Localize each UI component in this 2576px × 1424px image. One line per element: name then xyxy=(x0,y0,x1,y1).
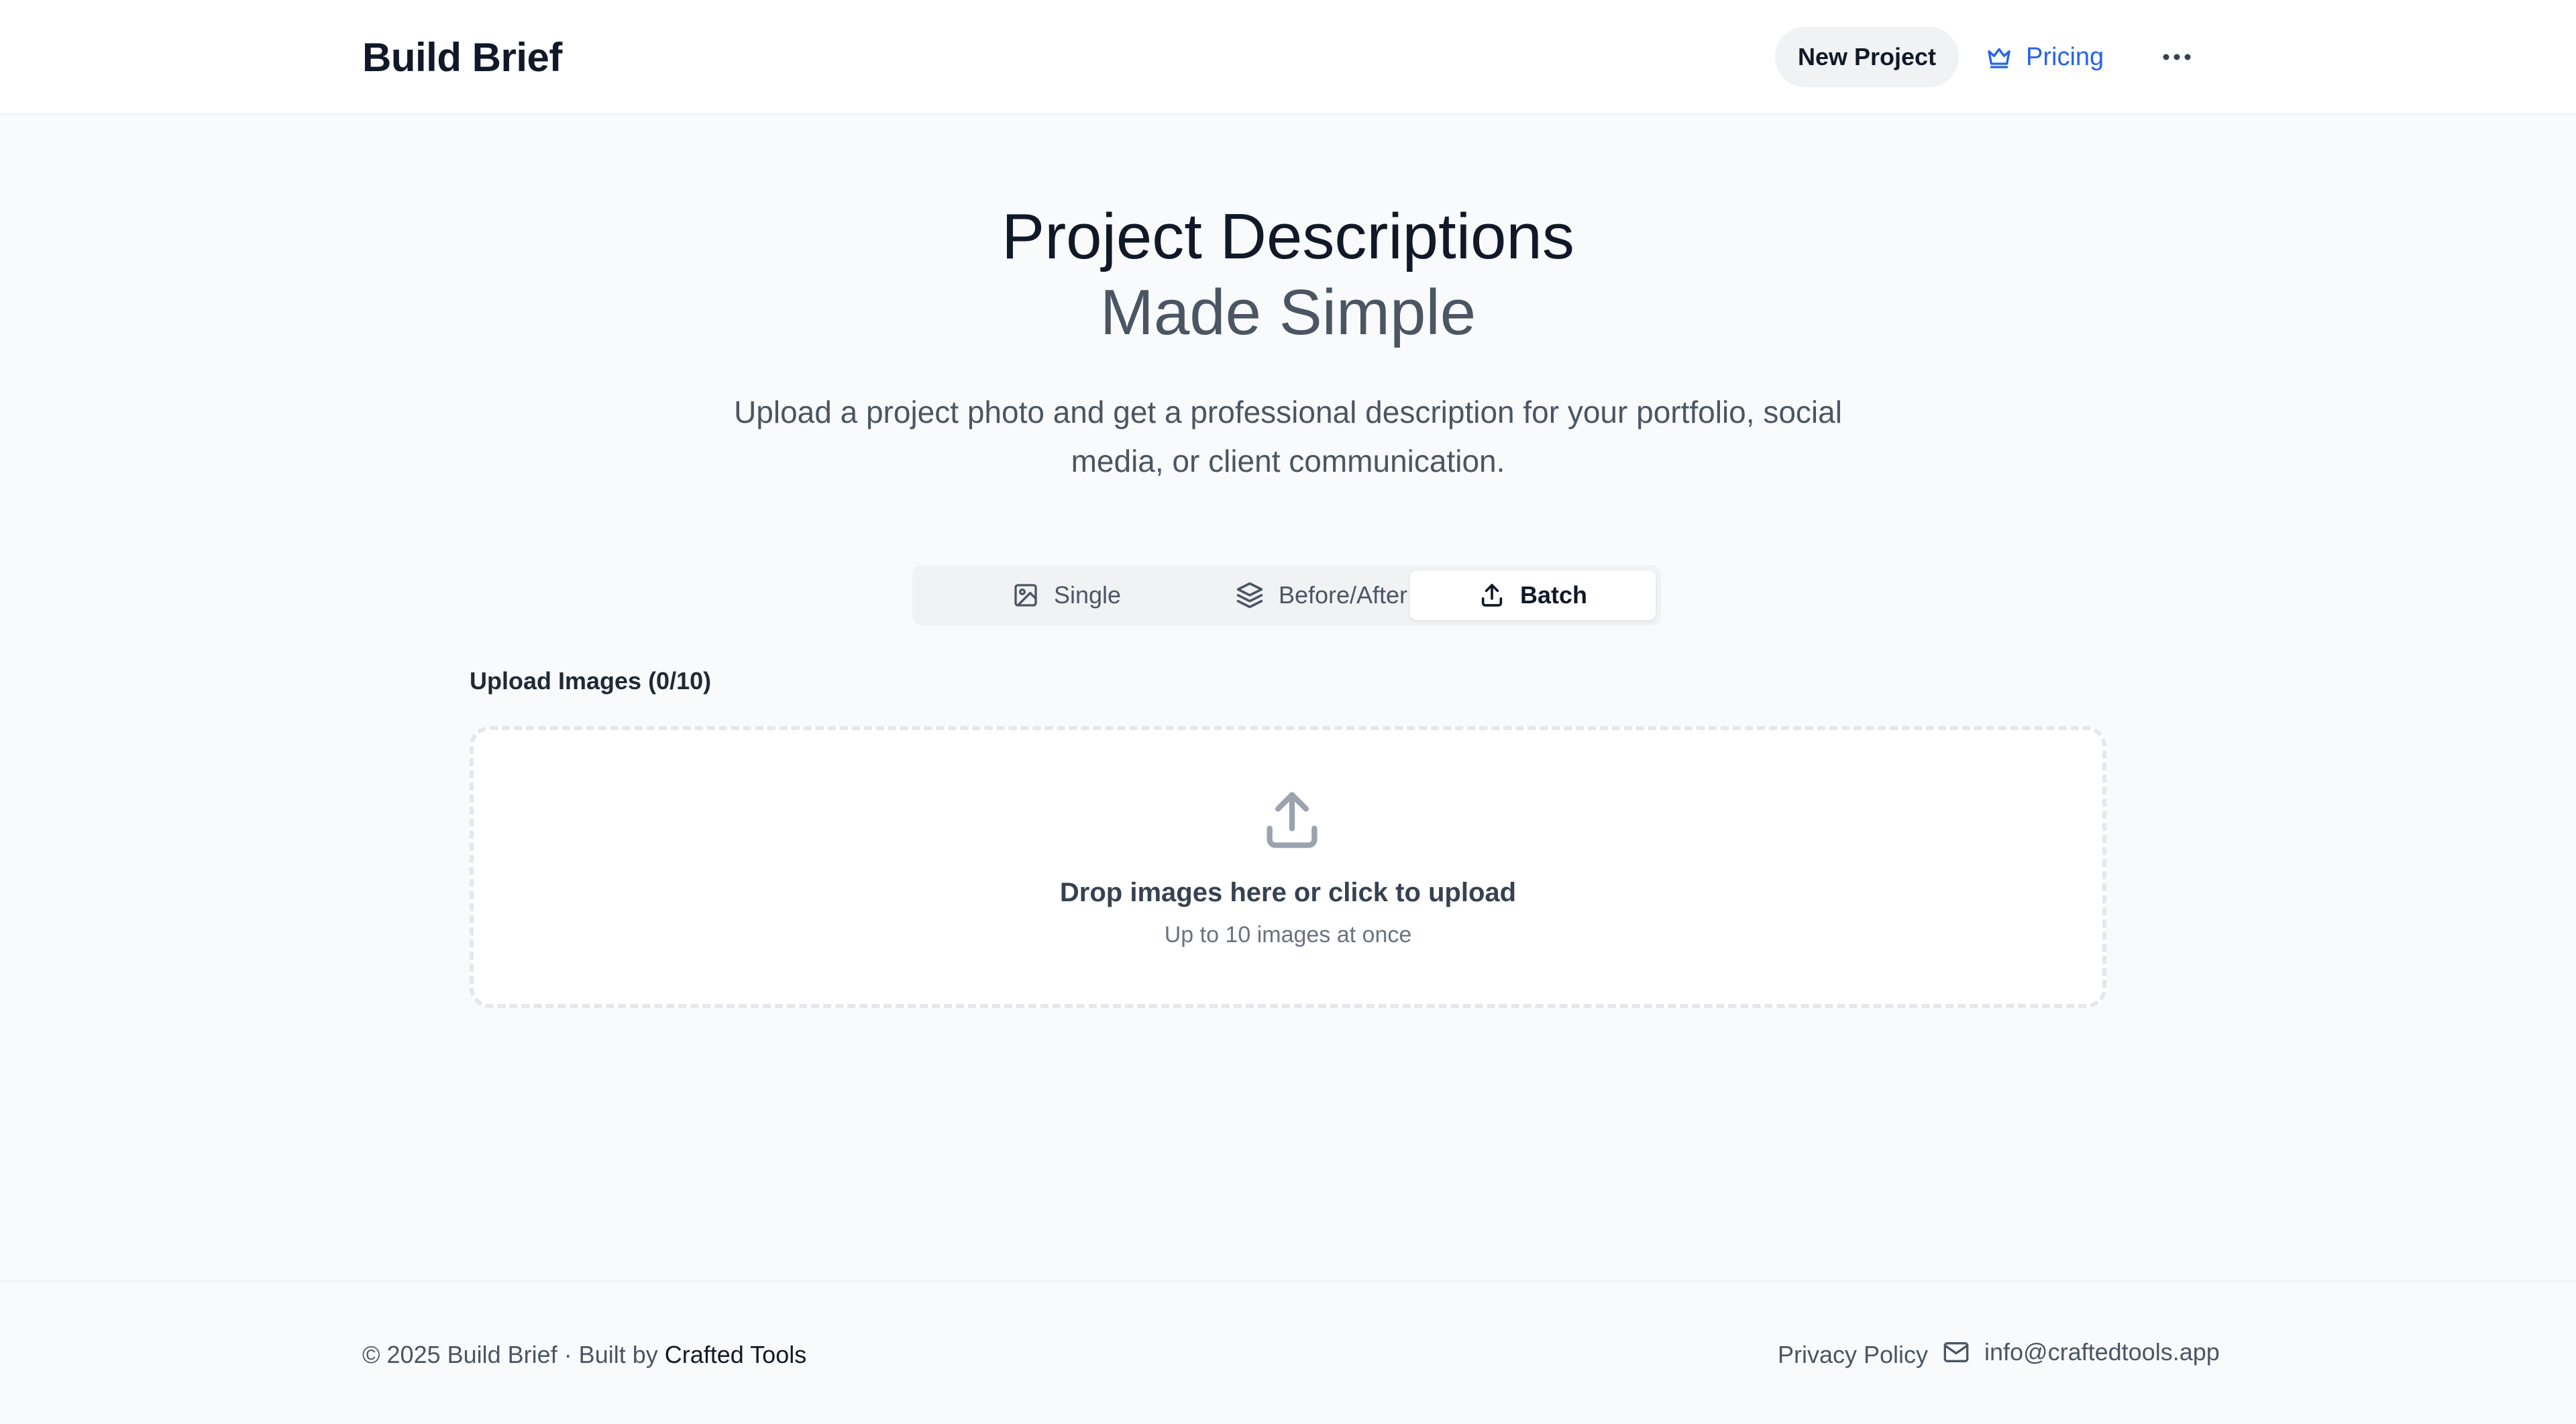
footer-copyright: © 2025 Build Brief · Built by Crafted To… xyxy=(362,1341,806,1369)
mail-icon xyxy=(1943,1339,1970,1366)
pricing-label: Pricing xyxy=(2026,42,2104,71)
privacy-policy-link[interactable]: Privacy Policy xyxy=(1778,1341,1928,1369)
image-icon xyxy=(1012,582,1039,609)
contact-email-link[interactable]: info@craftedtools.app xyxy=(1943,1338,2220,1366)
upload-images-label: Upload Images (0/10) xyxy=(470,667,712,695)
upload-icon xyxy=(1479,582,1505,609)
hero-description: Upload a project photo and get a profess… xyxy=(734,395,1842,478)
hero-title: Project Descriptions xyxy=(1002,201,1574,272)
brand-logo-text[interactable]: Build Brief xyxy=(362,34,562,82)
copyright-text: © 2025 Build Brief · Built by xyxy=(362,1341,658,1368)
hero-subtitle: Made Simple xyxy=(1099,276,1477,348)
email-text: info@craftedtools.app xyxy=(1984,1338,2220,1366)
tab-single[interactable]: Single xyxy=(939,570,1194,620)
pricing-link[interactable]: Pricing xyxy=(1986,27,2104,87)
dropzone-title: Drop images here or click to upload xyxy=(1059,878,1517,907)
more-menu-button[interactable] xyxy=(2153,27,2200,87)
new-project-button[interactable]: New Project xyxy=(1775,27,1959,87)
more-horizontal-icon xyxy=(2162,53,2192,61)
tab-before-after-label: Before/After xyxy=(1278,581,1408,609)
dropzone-subtitle: Up to 10 images at once xyxy=(1164,922,1412,948)
layers-icon xyxy=(1236,581,1264,609)
page: Build Brief New Project Pricing Project … xyxy=(0,0,2576,1424)
tab-batch-label: Batch xyxy=(1519,581,1588,609)
footer: © 2025 Build Brief · Built by Crafted To… xyxy=(0,1280,2576,1424)
top-navbar: Build Brief New Project Pricing xyxy=(0,0,2576,115)
upload-icon xyxy=(1258,786,1326,854)
tab-single-label: Single xyxy=(1053,581,1122,609)
image-dropzone[interactable]: Drop images here or click to upload Up t… xyxy=(470,726,2106,1008)
tab-batch[interactable]: Batch xyxy=(1410,570,1656,620)
crown-icon xyxy=(1986,44,2012,70)
crafted-tools-link[interactable]: Crafted Tools xyxy=(665,1341,806,1368)
mode-tabs: Single Before/After Batch xyxy=(912,565,1661,625)
